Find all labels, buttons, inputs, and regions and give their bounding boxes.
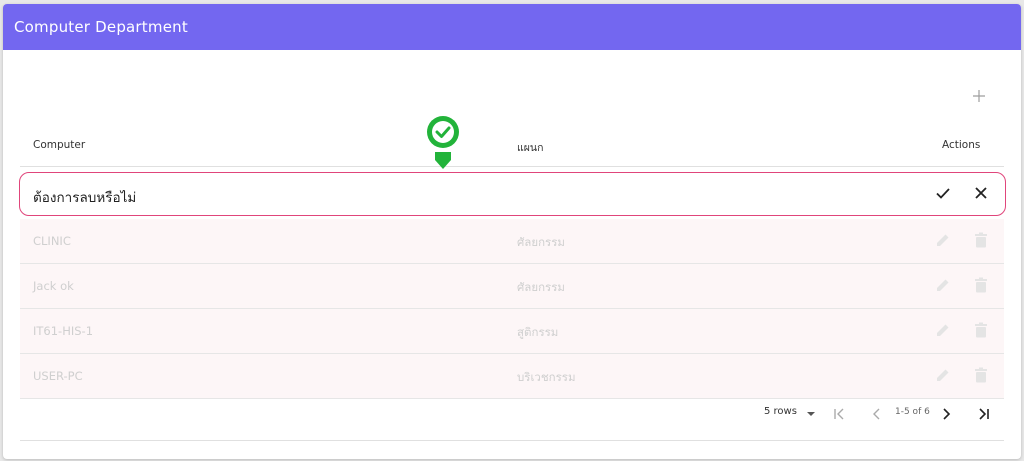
table-row: IT61-HIS-1 สูติกรรม (20, 309, 1004, 354)
delete-icon[interactable] (974, 322, 988, 338)
previous-page-icon[interactable] (869, 406, 885, 422)
edit-icon[interactable] (935, 277, 951, 293)
column-header-computer[interactable]: Computer (33, 139, 85, 151)
delete-confirm-row: ต้องการลบหรือไม่ (19, 172, 1006, 216)
cancel-delete-button[interactable] (971, 183, 991, 203)
cell-department: บริเวชกรรม (517, 370, 576, 384)
table-row: Jack ok ศัลยกรรม (20, 264, 1004, 309)
cell-computer: USER-PC (33, 369, 83, 383)
delete-icon[interactable] (974, 367, 988, 383)
page-title: Computer Department (14, 18, 188, 36)
confirm-delete-button[interactable] (933, 183, 953, 203)
edit-icon[interactable] (935, 232, 951, 248)
cell-computer: CLINIC (33, 234, 71, 248)
cell-department: สูติกรรม (517, 325, 559, 339)
footer-divider (20, 440, 1004, 441)
rows-per-page-select[interactable]: 5 rows (764, 406, 797, 417)
computer-department-card: Computer Department Computer แผนก Action… (3, 4, 1021, 459)
column-header-actions: Actions (942, 139, 981, 151)
delete-confirm-text: ต้องการลบหรือไม่ (33, 190, 137, 206)
edit-icon[interactable] (935, 322, 951, 338)
cell-department: ศัลยกรรม (517, 280, 565, 294)
add-button[interactable] (969, 86, 989, 106)
edit-icon[interactable] (935, 367, 951, 383)
header-divider (20, 166, 1004, 167)
card-header: Computer Department (3, 4, 1021, 50)
delete-icon[interactable] (974, 232, 988, 248)
table-row: USER-PC บริเวชกรรม (20, 354, 1004, 399)
cell-computer: Jack ok (33, 279, 74, 293)
delete-icon[interactable] (974, 277, 988, 293)
cell-computer: IT61-HIS-1 (33, 324, 94, 338)
next-page-icon[interactable] (938, 406, 954, 422)
cell-department: ศัลยกรรม (517, 235, 565, 249)
table-row: CLINIC ศัลยกรรม (20, 219, 1004, 264)
plus-icon (973, 90, 985, 102)
check-icon (936, 188, 950, 199)
dropdown-arrow-icon[interactable] (806, 410, 816, 418)
check-marker-icon (424, 113, 462, 169)
close-icon (975, 187, 987, 199)
table-body: CLINIC ศัลยกรรม Jack ok ศัลยกรรม IT61-HI… (20, 219, 1004, 399)
last-page-icon[interactable] (976, 406, 992, 422)
column-header-department[interactable]: แผนก (517, 139, 543, 156)
first-page-icon[interactable] (831, 406, 847, 422)
page-range-label: 1-5 of 6 (895, 407, 930, 417)
